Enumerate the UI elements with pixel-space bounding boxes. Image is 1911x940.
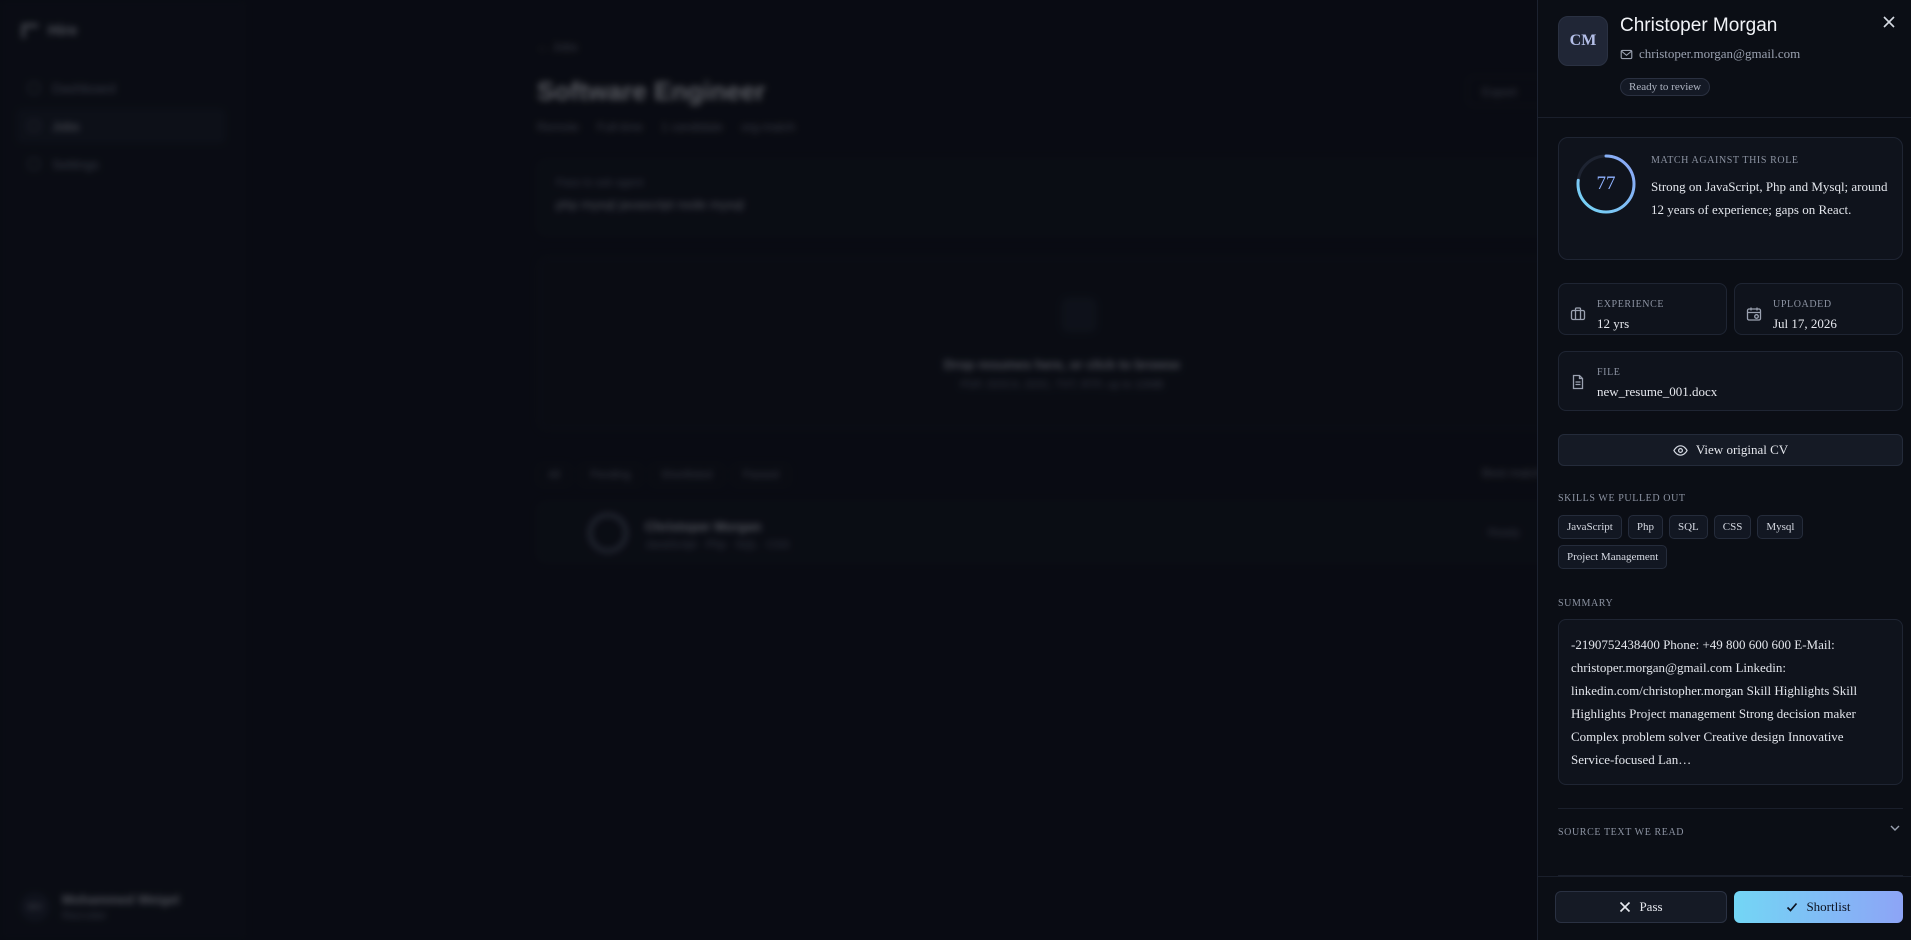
summary-label: SUMMARY [1558, 598, 1614, 609]
skill-chip: CSS [1713, 515, 1752, 539]
document-icon [1572, 374, 1584, 390]
skill-chip: SQL [1668, 515, 1708, 539]
skill-chip: JavaScript [1558, 515, 1622, 539]
eye-icon [1673, 444, 1688, 456]
divider [1558, 808, 1903, 809]
briefcase-icon [1570, 307, 1586, 321]
check-icon [1787, 902, 1798, 912]
candidate-email: christoper.morgan@gmail.com [1620, 46, 1800, 62]
candidate-name: Christoper Morgan [1620, 15, 1778, 36]
shortlist-label: Shortlist [1806, 899, 1851, 914]
match-card: 77 MATCH AGAINST THIS ROLE Strong on Jav… [1558, 137, 1903, 260]
avatar: CM [1558, 16, 1608, 66]
mail-icon [1620, 49, 1633, 59]
close-icon [1620, 901, 1631, 913]
drawer-header: CM Christoper Morgan christoper.morgan@g… [1538, 0, 1911, 118]
skill-chip: Mysql [1757, 515, 1804, 539]
uploaded-card: UPLOADED Jul 17, 2026 [1734, 283, 1903, 335]
skill-chip: Project Management [1558, 545, 1668, 569]
chevron-down-icon [1890, 825, 1900, 831]
close-button[interactable] [1879, 12, 1899, 32]
status-badge: Ready to review [1620, 78, 1711, 96]
drawer-footer: Pass Shortlist [1538, 876, 1911, 940]
experience-value: 12 yrs [1597, 316, 1630, 331]
skills-label: SKILLS WE PULLED OUT [1558, 493, 1686, 504]
match-score: 77 [1596, 173, 1616, 194]
pass-label: Pass [1639, 899, 1663, 914]
uploaded-value: Jul 17, 2026 [1773, 316, 1837, 331]
summary-text: -2190752438400 Phone: +49 800 600 600 E-… [1558, 619, 1903, 785]
skill-chip: Php [1627, 515, 1663, 539]
shortlist-button[interactable]: Shortlist [1734, 891, 1903, 923]
skills-list: JavaScript Php SQL CSS Mysql Project Man… [1558, 515, 1903, 569]
pass-button[interactable]: Pass [1555, 891, 1727, 923]
file-name: new_resume_001.docx [1597, 384, 1718, 399]
match-label: MATCH AGAINST THIS ROLE [1651, 155, 1799, 166]
source-text-label: SOURCE TEXT WE READ [1558, 827, 1685, 838]
file-label: FILE [1597, 367, 1621, 378]
email-text: christoper.morgan@gmail.com [1639, 46, 1801, 61]
close-icon [1883, 16, 1895, 28]
candidate-drawer: CM Christoper Morgan christoper.morgan@g… [1537, 0, 1911, 940]
view-cv-label: View original CV [1695, 442, 1789, 457]
view-cv-button[interactable]: View original CV [1558, 434, 1903, 466]
experience-card: EXPERIENCE 12 yrs [1558, 283, 1727, 335]
source-text-toggle[interactable]: SOURCE TEXT WE READ [1558, 822, 1903, 842]
file-card: FILE new_resume_001.docx [1558, 351, 1903, 411]
calendar-icon [1746, 307, 1762, 321]
match-summary: Strong on JavaScript, Php and Mysql; aro… [1651, 179, 1888, 217]
experience-label: EXPERIENCE [1597, 299, 1665, 310]
uploaded-label: UPLOADED [1773, 299, 1832, 310]
